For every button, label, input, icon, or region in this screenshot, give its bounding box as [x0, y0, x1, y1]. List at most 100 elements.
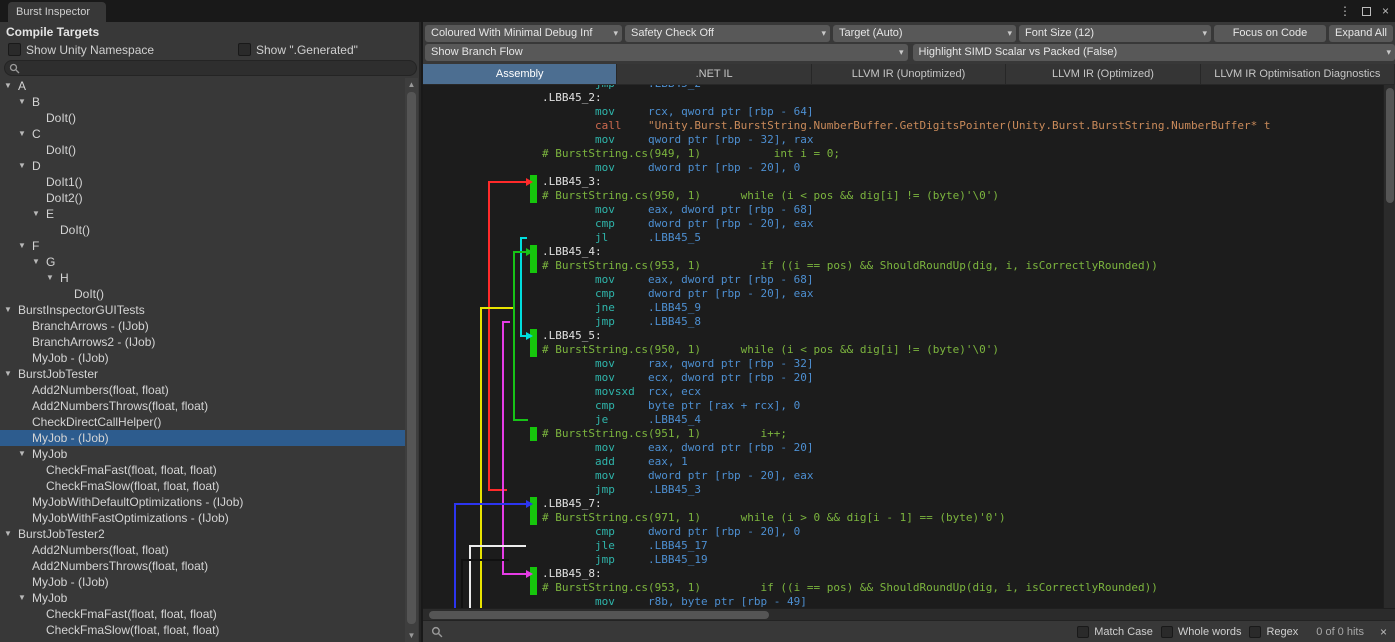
scrollbar-thumb[interactable]: [407, 92, 416, 624]
window-tab[interactable]: Burst Inspector: [8, 2, 106, 22]
tree-item[interactable]: MyJob - (IJob): [0, 350, 407, 366]
expander-icon[interactable]: ▼: [32, 209, 40, 218]
tree-item[interactable]: ▼H: [0, 270, 407, 286]
tree-item[interactable]: Add2Numbers(float, float): [0, 382, 407, 398]
font-size-dropdown-label: Font Size (12): [1025, 27, 1094, 39]
tree-item[interactable]: CheckDirectCallHelper(): [0, 414, 407, 430]
tree-item[interactable]: Add2NumbersThrows(float, float): [0, 558, 407, 574]
expander-icon[interactable]: ▼: [18, 593, 26, 602]
tree-item[interactable]: ▼ BurstJobTester: [0, 366, 407, 382]
tab-assembly[interactable]: Assembly: [423, 64, 617, 85]
target-dropdown[interactable]: Target (Auto)▾: [833, 25, 1016, 42]
whole-words-checkbox[interactable]: [1161, 626, 1173, 638]
match-case-checkbox[interactable]: [1077, 626, 1089, 638]
scroll-down-icon[interactable]: ▼: [405, 629, 418, 642]
tree-item[interactable]: CheckFmaFast(float, float, float): [0, 462, 407, 478]
tree-item[interactable]: ▼MyJob: [0, 446, 407, 462]
tree-item[interactable]: ▼G: [0, 254, 407, 270]
tree-item[interactable]: DoIt2(): [0, 190, 407, 206]
scrollbar-thumb[interactable]: [429, 611, 769, 619]
menu-icon[interactable]: ⋮: [1339, 4, 1351, 18]
expander-icon[interactable]: ▼: [18, 97, 26, 106]
expander-icon[interactable]: ▼: [46, 273, 54, 282]
tab-llvm-ir-optimized[interactable]: LLVM IR (Optimized): [1006, 64, 1200, 85]
expander-icon[interactable]: ▼: [4, 369, 12, 378]
tree-item[interactable]: DoIt(): [0, 142, 407, 158]
tab-net-il[interactable]: .NET IL: [617, 64, 811, 85]
tree-item[interactable]: DoIt1(): [0, 174, 407, 190]
branch-flow-dropdown[interactable]: Show Branch Flow▾: [425, 44, 908, 61]
code-line: mov eax, dword ptr [rbp - 68]: [542, 203, 1382, 217]
regex-checkbox[interactable]: [1249, 626, 1261, 638]
compile-targets-tree: ▼A▼BDoIt()▼CDoIt()▼DDoIt1()DoIt2()▼EDoIt…: [0, 78, 407, 642]
expander-icon[interactable]: ▼: [18, 449, 26, 458]
tree-item[interactable]: CheckFmaSlow(float, float, float): [0, 622, 407, 638]
debug-info-dropdown-label: Coloured With Minimal Debug Inf: [431, 27, 592, 39]
scrollbar-thumb[interactable]: [1386, 88, 1394, 203]
expand-all-button-label: Expand All: [1335, 27, 1387, 39]
safety-check-dropdown[interactable]: Safety Check Off▾: [625, 25, 830, 42]
show-unity-namespace-checkbox[interactable]: [8, 43, 21, 56]
tree-item[interactable]: ▼A: [0, 78, 407, 94]
tree-item-label: BranchArrows - (IJob): [32, 319, 149, 333]
tree-item[interactable]: DoIt(): [0, 110, 407, 126]
tree-item[interactable]: ▼MyJob: [0, 590, 407, 606]
tree-item[interactable]: Add2Numbers(float, float): [0, 542, 407, 558]
regex-label: Regex: [1266, 626, 1298, 638]
tree-item[interactable]: ▼D: [0, 158, 407, 174]
search-input[interactable]: [451, 624, 1069, 640]
close-search-icon[interactable]: ×: [1380, 625, 1387, 639]
expand-all-button[interactable]: Expand All: [1329, 25, 1393, 42]
tree-item[interactable]: ▼F: [0, 238, 407, 254]
code-vertical-scrollbar[interactable]: [1383, 85, 1395, 608]
tree-item[interactable]: MyJob - (IJob): [0, 430, 407, 446]
tab-llvm-ir-optimisation-diagnostics[interactable]: LLVM IR Optimisation Diagnostics: [1201, 64, 1395, 85]
tree-item[interactable]: Add2NumbersThrows(float, float): [0, 398, 407, 414]
tree-item[interactable]: DoIt(): [0, 222, 407, 238]
chevron-down-icon: ▾: [613, 25, 618, 42]
debug-info-dropdown[interactable]: Coloured With Minimal Debug Inf ▾: [425, 25, 622, 42]
code-line: cmp byte ptr [rax + rcx], 0: [542, 399, 1382, 413]
tree-item[interactable]: ▼C: [0, 126, 407, 142]
tree-item[interactable]: MyJobWithDefaultOptimizations - (IJob): [0, 494, 407, 510]
maximize-icon[interactable]: [1362, 7, 1371, 16]
tree-item[interactable]: ▼BurstJobTester2: [0, 526, 407, 542]
expander-icon[interactable]: ▼: [4, 305, 12, 314]
expander-icon[interactable]: ▼: [18, 161, 26, 170]
tree-item[interactable]: ▼E: [0, 206, 407, 222]
expander-icon[interactable]: ▼: [32, 257, 40, 266]
code-line: mov ecx, dword ptr [rbp - 20]: [542, 371, 1382, 385]
tree-scrollbar[interactable]: ▲ ▼: [405, 78, 418, 642]
tree-item[interactable]: MyJobWithFastOptimizations - (IJob): [0, 510, 407, 526]
jump-target-marker: [530, 427, 537, 441]
tree-item[interactable]: BranchArrows2 - (IJob): [0, 334, 407, 350]
sidebar-search-input[interactable]: [4, 60, 417, 76]
expander-icon[interactable]: ▼: [18, 241, 26, 250]
branch-arrow: [489, 182, 526, 490]
show-generated-checkbox[interactable]: [238, 43, 251, 56]
scroll-up-icon[interactable]: ▲: [405, 78, 418, 91]
code-horizontal-scrollbar[interactable]: [423, 608, 1395, 620]
tree-item[interactable]: BranchArrows - (IJob): [0, 318, 407, 334]
tree-item[interactable]: CheckFmaFast(float, float, float): [0, 606, 407, 622]
tree-item[interactable]: ▼B: [0, 94, 407, 110]
compile-targets-title: Compile Targets: [6, 25, 99, 39]
focus-on-code-button[interactable]: Focus on Code: [1214, 25, 1326, 42]
tree-item-label: A: [18, 79, 26, 93]
expander-icon[interactable]: ▼: [18, 129, 26, 138]
tree-item[interactable]: DoIt(): [0, 286, 407, 302]
expander-icon[interactable]: ▼: [4, 81, 12, 90]
expander-icon[interactable]: ▼: [4, 529, 12, 538]
close-icon[interactable]: ×: [1382, 4, 1389, 18]
tree-item-label: BurstJobTester: [18, 367, 98, 381]
font-size-dropdown[interactable]: Font Size (12) ▾: [1019, 25, 1211, 42]
tree-item[interactable]: CheckFmaSlow(float, float, float): [0, 478, 407, 494]
assembly-code-panel[interactable]: jmp .LBB45_2.LBB45_2: mov rcx, qword ptr…: [423, 85, 1395, 608]
tree-item-label: BurstInspectorGUITests: [18, 303, 145, 317]
branch-arrow: [462, 560, 509, 608]
chevron-down-icon: ▾: [1202, 25, 1207, 42]
tab-llvm-ir-unoptimized[interactable]: LLVM IR (Unoptimized): [812, 64, 1006, 85]
tree-item[interactable]: MyJob - (IJob): [0, 574, 407, 590]
tree-item[interactable]: ▼ BurstInspectorGUITests: [0, 302, 407, 318]
simd-highlight-dropdown[interactable]: Highlight SIMD Scalar vs Packed (False)▾: [913, 44, 1395, 61]
